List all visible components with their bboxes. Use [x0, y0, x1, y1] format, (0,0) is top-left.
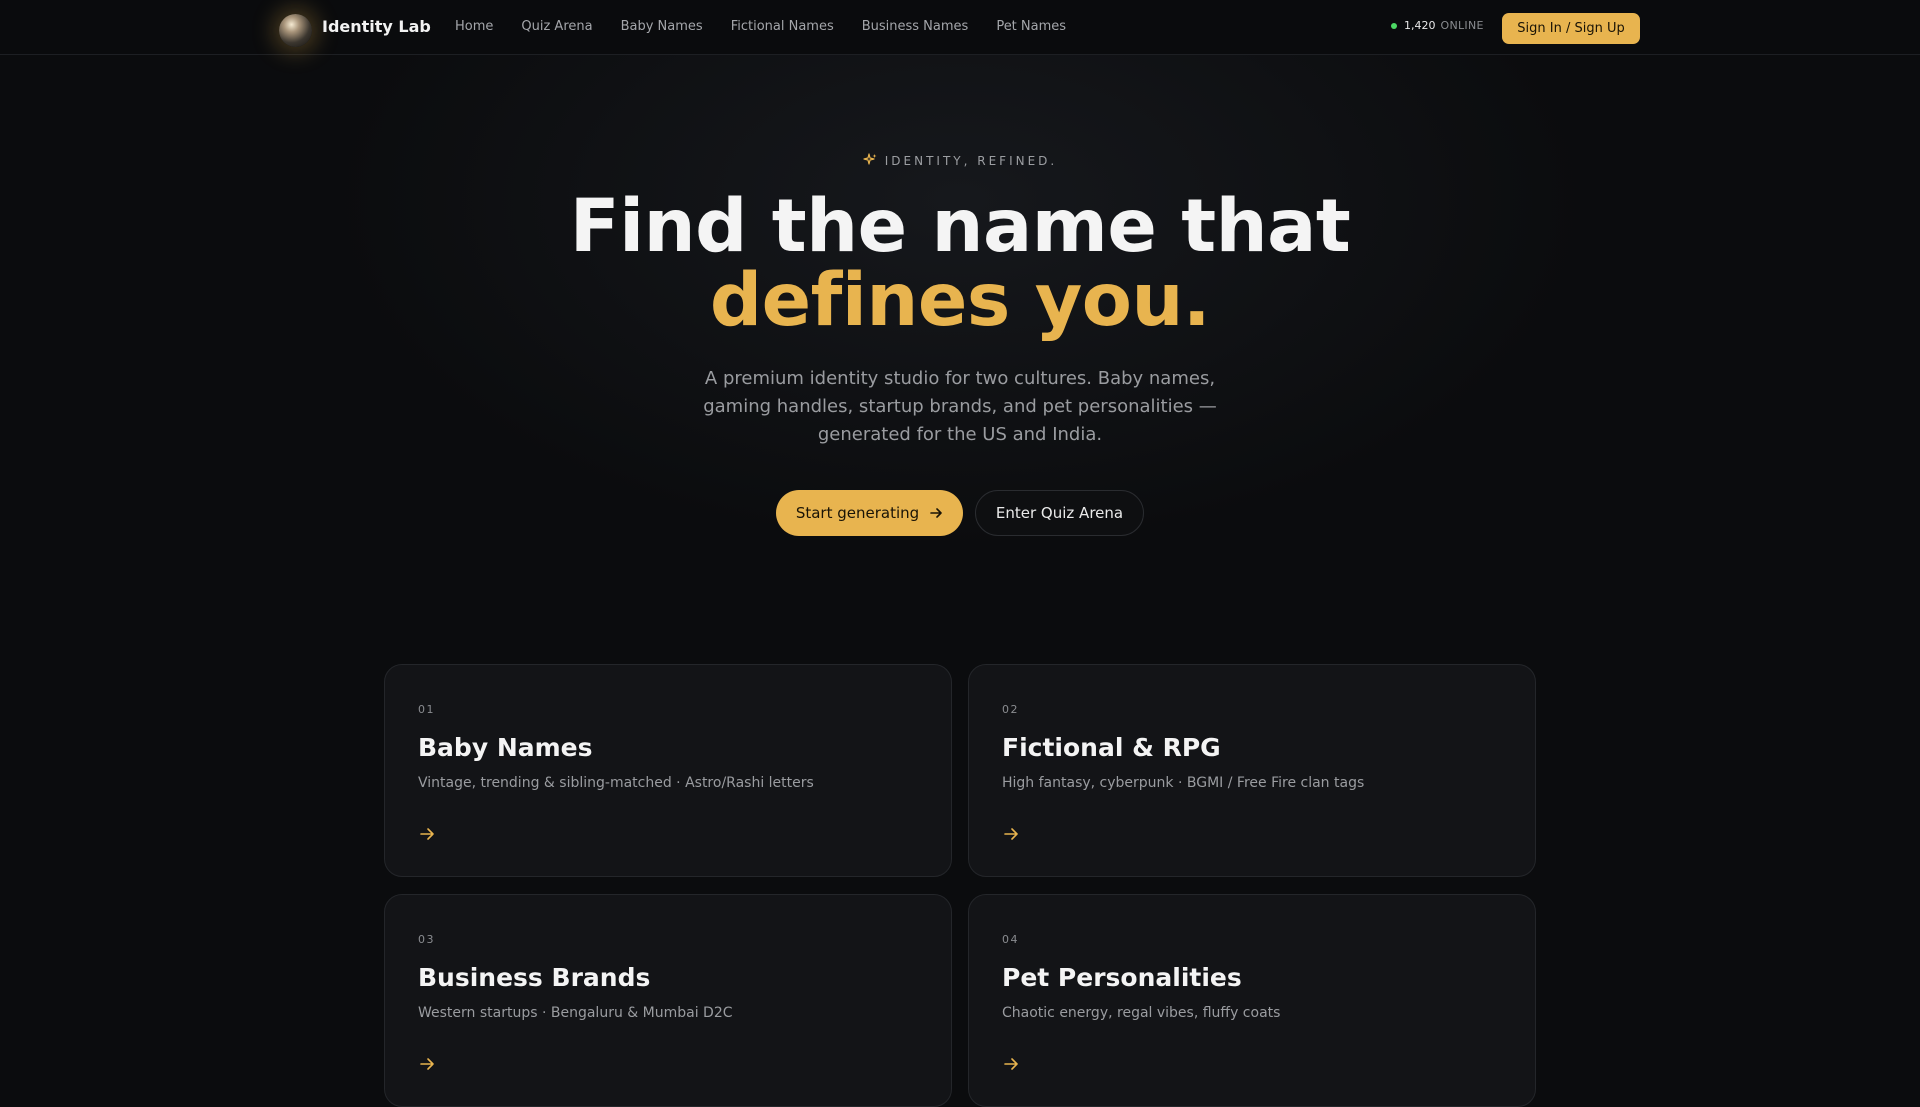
- nav-link-business-names[interactable]: Business Names: [862, 19, 969, 34]
- card-title: Baby Names: [418, 733, 593, 762]
- card-baby-names[interactable]: 01 Baby Names Vintage, trending & siblin…: [384, 664, 952, 877]
- card-business-brands[interactable]: 03 Business Brands Western startups · Be…: [384, 894, 952, 1107]
- card-pet-personalities[interactable]: 04 Pet Personalities Chaotic energy, reg…: [968, 894, 1536, 1107]
- card-description: Vintage, trending & sibling-matched · As…: [418, 775, 814, 791]
- card-number: 02: [1002, 703, 1019, 716]
- start-generating-label: Start generating: [795, 504, 920, 522]
- online-status-dot-icon: [1391, 22, 1397, 29]
- nav-links: Home Quiz Arena Baby Names Fictional Nam…: [455, 19, 1094, 34]
- enter-quiz-arena-button[interactable]: Enter Quiz Arena: [975, 490, 1144, 536]
- card-description: Western startups · Bengaluru & Mumbai D2…: [418, 1005, 733, 1021]
- arrow-right-icon: [930, 508, 942, 518]
- card-title: Fictional & RPG: [1002, 733, 1221, 762]
- nav-link-baby-names[interactable]: Baby Names: [621, 19, 703, 34]
- eyebrow-text: IDENTITY, REFINED.: [884, 154, 1058, 168]
- brand-name[interactable]: Identity Lab: [322, 17, 431, 36]
- online-label: ONLINE: [1440, 19, 1484, 32]
- card-number: 03: [418, 933, 435, 946]
- nav-link-quiz-arena[interactable]: Quiz Arena: [521, 19, 592, 34]
- arrow-right-icon[interactable]: [418, 1055, 436, 1073]
- card-fictional-rpg[interactable]: 02 Fictional & RPG High fantasy, cyberpu…: [968, 664, 1536, 877]
- arrow-right-icon[interactable]: [418, 825, 436, 843]
- card-number: 01: [418, 703, 435, 716]
- nav-link-pet-names[interactable]: Pet Names: [996, 19, 1066, 34]
- card-description: Chaotic energy, regal vibes, fluffy coat…: [1002, 1005, 1281, 1021]
- arrow-right-icon[interactable]: [1002, 1055, 1020, 1073]
- top-navbar: Identity Lab Home Quiz Arena Baby Names …: [0, 0, 1920, 55]
- hero-subtitle: A premium identity studio for two cultur…: [703, 368, 1217, 445]
- start-generating-button[interactable]: Start generating: [776, 490, 963, 536]
- orb-logo-icon[interactable]: [279, 14, 312, 47]
- arrow-right-icon[interactable]: [1002, 825, 1020, 843]
- nav-link-home[interactable]: Home: [455, 19, 493, 34]
- hero-title-line1: Find the name that: [569, 184, 1351, 269]
- card-description: High fantasy, cyberpunk · BGMI / Free Fi…: [1002, 775, 1365, 791]
- card-number: 04: [1002, 933, 1019, 946]
- card-title: Pet Personalities: [1002, 963, 1242, 992]
- online-count: 1,420: [1404, 19, 1436, 32]
- online-indicator: 1,420 ONLINE: [1391, 19, 1484, 32]
- hero-eyebrow: IDENTITY, REFINED.: [0, 153, 1920, 168]
- card-title: Business Brands: [418, 963, 651, 992]
- hero-title: Find the name that defines you.: [0, 190, 1920, 338]
- hero-title-line2: defines you.: [709, 258, 1211, 343]
- nav-link-fictional-names[interactable]: Fictional Names: [731, 19, 834, 34]
- sign-in-button[interactable]: Sign In / Sign Up: [1502, 13, 1640, 44]
- sparkle-icon: [863, 153, 877, 165]
